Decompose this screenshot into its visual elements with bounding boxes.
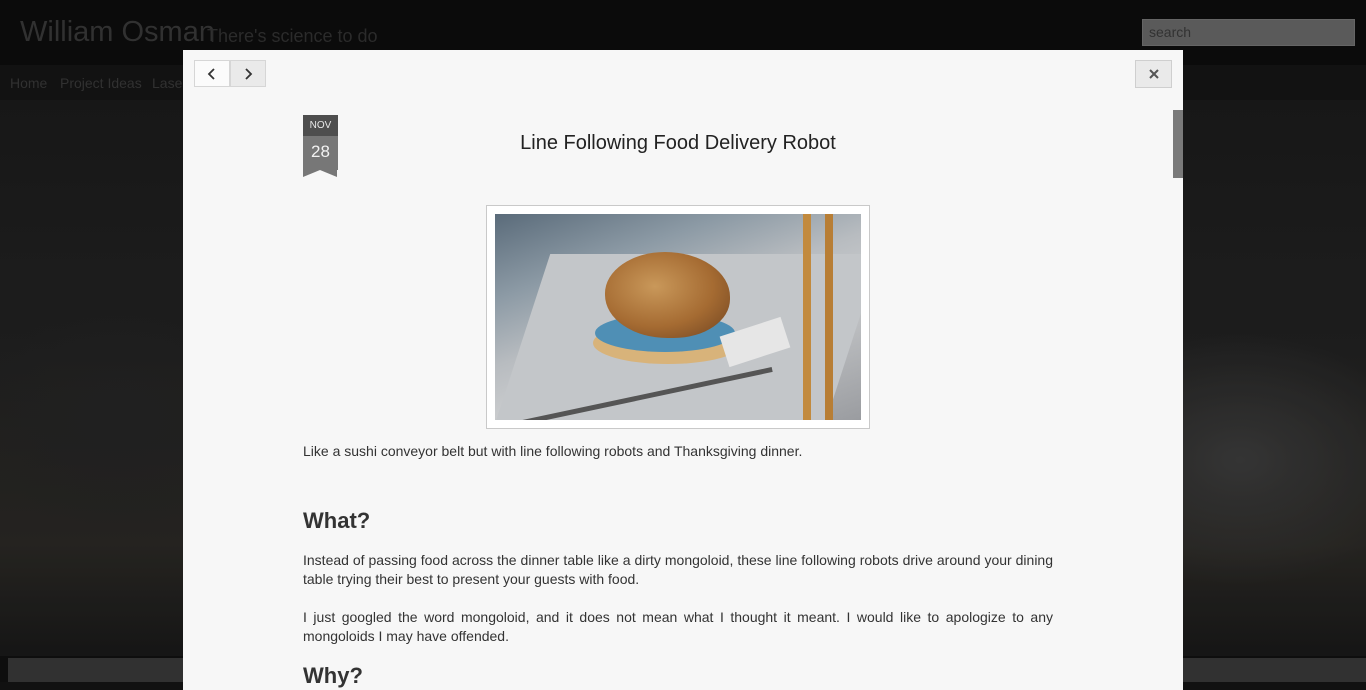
post-image-frame[interactable] [486, 205, 870, 429]
post-image [495, 214, 861, 420]
next-post-button[interactable] [230, 60, 266, 87]
image-chair [795, 214, 861, 420]
post-modal: NOV 28 Line Following Food Delivery Robo… [183, 50, 1183, 690]
section-heading-why: Why? [303, 663, 363, 688]
section-paragraph: I just googled the word mongoloid, and i… [303, 609, 1053, 644]
chevron-right-icon [245, 67, 253, 80]
image-chicken [605, 252, 730, 338]
chevron-left-icon [207, 67, 215, 80]
date-badge-tail [303, 170, 337, 177]
close-icon [1148, 69, 1159, 79]
post-intro: Like a sushi conveyor belt but with line… [303, 443, 803, 459]
previous-post-button[interactable] [194, 60, 230, 87]
section-heading-what: What? [303, 508, 371, 533]
close-button[interactable] [1135, 60, 1172, 88]
scrollbar-thumb[interactable] [1173, 110, 1183, 178]
post-title: Line Following Food Delivery Robot [520, 132, 836, 154]
section-paragraph: Instead of passing food across the dinne… [303, 552, 1053, 587]
